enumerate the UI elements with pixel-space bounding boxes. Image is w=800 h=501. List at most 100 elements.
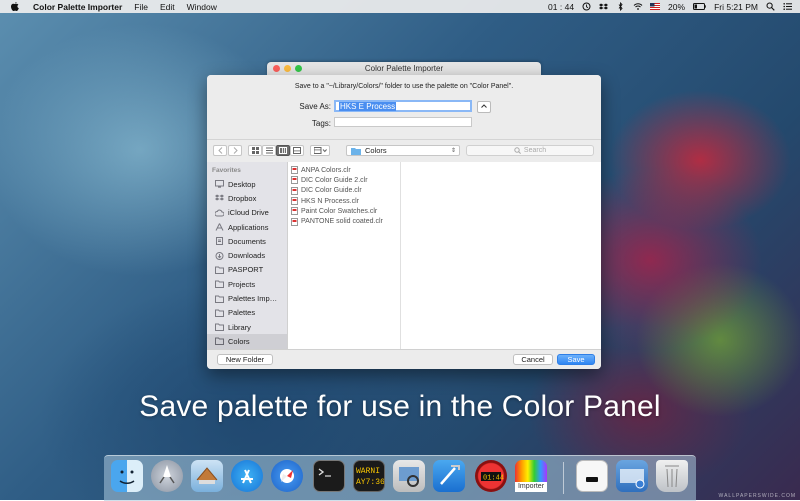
sidebar-item-documents[interactable]: Documents	[207, 234, 287, 248]
file-name: ANPA Colors.clr	[301, 166, 351, 174]
save-prompt: Save to a "~/Library/Colors/" folder to …	[294, 83, 514, 90]
sidebar-item-label: Dropbox	[228, 193, 257, 203]
sidebar-item-palettes[interactable]: Palettes	[207, 306, 287, 320]
list-view-button[interactable]	[262, 145, 276, 156]
dock: WARNI AY7:36 01:44 Importer	[104, 455, 696, 501]
file-item[interactable]: HKS N Process.clr	[288, 196, 400, 206]
sidebar-item-icloud-drive[interactable]: iCloud Drive	[207, 206, 287, 220]
columns-icon	[279, 147, 287, 154]
grid-icon	[251, 147, 259, 154]
save-form: Save to a "~/Library/Colors/" folder to …	[207, 75, 601, 137]
file-name: DIC Color Guide 2.clr	[301, 176, 368, 184]
new-folder-button[interactable]: New Folder	[217, 354, 273, 365]
menu-window[interactable]: Window	[187, 2, 217, 12]
sidebar-item-dropbox[interactable]: Dropbox	[207, 191, 287, 205]
menu-edit[interactable]: Edit	[160, 2, 175, 12]
minimize-window-button[interactable]	[284, 65, 291, 72]
sidebar-item-label: Downloads	[228, 251, 266, 261]
sidebar-item-projects[interactable]: Projects	[207, 277, 287, 291]
sidebar-item-library[interactable]: Library	[207, 320, 287, 334]
color-file-icon	[291, 207, 298, 216]
file-item[interactable]: DIC Color Guide 2.clr	[288, 175, 400, 185]
document-icon[interactable]	[576, 460, 608, 492]
notification-center-icon[interactable]	[783, 2, 792, 11]
sidebar: Favorites Desktop Dropbox iCloud Drive A…	[207, 162, 288, 349]
folder-icon	[215, 280, 224, 289]
bluetooth-icon[interactable]	[616, 1, 625, 12]
app-store-icon[interactable]	[231, 460, 263, 492]
sidebar-item-label: Colors	[228, 336, 250, 346]
sidebar-item-colors[interactable]: Colors	[207, 334, 287, 349]
sidebar-item-downloads[interactable]: Downloads	[207, 248, 287, 262]
list-icon	[265, 147, 273, 154]
preview-icon[interactable]	[393, 460, 425, 492]
console-icon[interactable]: WARNI AY7:36	[353, 460, 385, 492]
sidebar-item-palettes-importer[interactable]: Palettes Imp…	[207, 291, 287, 305]
finder-icon[interactable]	[111, 460, 143, 492]
spotlight-icon[interactable]	[766, 2, 775, 11]
dropbox-menu-icon[interactable]	[599, 2, 609, 11]
timer-icon[interactable]: 01:44	[475, 460, 507, 492]
save-as-field[interactable]: HKS E Process	[334, 100, 472, 112]
downloads-icon	[215, 251, 224, 260]
importer-icon[interactable]: Importer	[515, 460, 547, 492]
color-file-icon	[291, 217, 298, 226]
safari-icon[interactable]	[271, 460, 303, 492]
chevron-up-icon	[481, 104, 487, 108]
close-window-button[interactable]	[273, 65, 280, 72]
sidebar-item-label: Palettes Imp…	[228, 294, 278, 304]
column-view-button[interactable]	[276, 145, 290, 156]
sidebar-item-label: Applications	[228, 222, 269, 232]
folder-icon	[215, 295, 224, 303]
file-item[interactable]: PANTONE solid coated.clr	[288, 216, 400, 226]
app-menu[interactable]: Color Palette Importer	[33, 2, 122, 12]
icon-view-button[interactable]	[248, 145, 262, 156]
sidebar-item-desktop[interactable]: Desktop	[207, 177, 287, 191]
file-name: DIC Color Guide.clr	[301, 187, 362, 195]
desktop-icon	[215, 180, 224, 188]
file-name: HKS N Process.clr	[301, 197, 359, 205]
window-title: Color Palette Importer	[364, 64, 444, 73]
save-as-value: HKS E Process	[339, 102, 397, 111]
preview-column	[401, 162, 601, 349]
forward-button[interactable]	[228, 145, 242, 156]
cancel-button[interactable]: Cancel	[513, 354, 553, 365]
back-button[interactable]	[213, 145, 227, 156]
save-button[interactable]: Save	[557, 354, 595, 365]
battery-icon[interactable]	[693, 2, 706, 11]
sidebar-item-pasport[interactable]: PASPORT	[207, 263, 287, 277]
terminal-icon[interactable]	[313, 460, 345, 492]
zoom-window-button[interactable]	[295, 65, 302, 72]
us-flag-icon[interactable]	[650, 2, 661, 11]
cloud-icon	[214, 209, 225, 217]
launchpad-icon[interactable]	[151, 460, 183, 492]
file-item[interactable]: Paint Color Swatches.clr	[288, 206, 400, 216]
battery-percent[interactable]: 20%	[668, 2, 685, 12]
tags-field[interactable]	[334, 117, 472, 127]
search-field[interactable]: Search	[466, 145, 594, 156]
arrange-button[interactable]	[310, 145, 330, 156]
applications-icon	[215, 223, 224, 231]
apple-icon[interactable]	[10, 2, 19, 11]
time-machine-icon[interactable]	[582, 2, 591, 11]
sidebar-item-label: Documents	[228, 236, 266, 246]
location-popup[interactable]: Colors ⇕	[346, 145, 460, 156]
tags-label: Tags:	[311, 119, 331, 128]
watermark: WALLPAPERSWIDE.COM	[718, 493, 796, 499]
mail-icon[interactable]	[191, 460, 223, 492]
sidebar-item-applications[interactable]: Applications	[207, 220, 287, 234]
file-item[interactable]: DIC Color Guide.clr	[288, 186, 400, 196]
trash-icon[interactable]	[656, 460, 688, 492]
xcode-icon[interactable]	[433, 460, 465, 492]
sidebar-item-label: Desktop	[228, 179, 256, 189]
screenshot-icon[interactable]	[616, 460, 648, 492]
menu-file[interactable]: File	[134, 2, 148, 12]
file-item[interactable]: ANPA Colors.clr	[288, 165, 400, 175]
timer-readout[interactable]: 01 : 44	[548, 2, 574, 12]
browser-toolbar: Colors ⇕ Search	[207, 139, 601, 163]
wifi-icon[interactable]	[633, 2, 643, 11]
clock[interactable]: Fri 5:21 PM	[714, 2, 758, 12]
svg-text:WARNI: WARNI	[356, 467, 380, 476]
coverflow-view-button[interactable]	[290, 145, 304, 156]
collapse-button[interactable]	[477, 101, 491, 113]
